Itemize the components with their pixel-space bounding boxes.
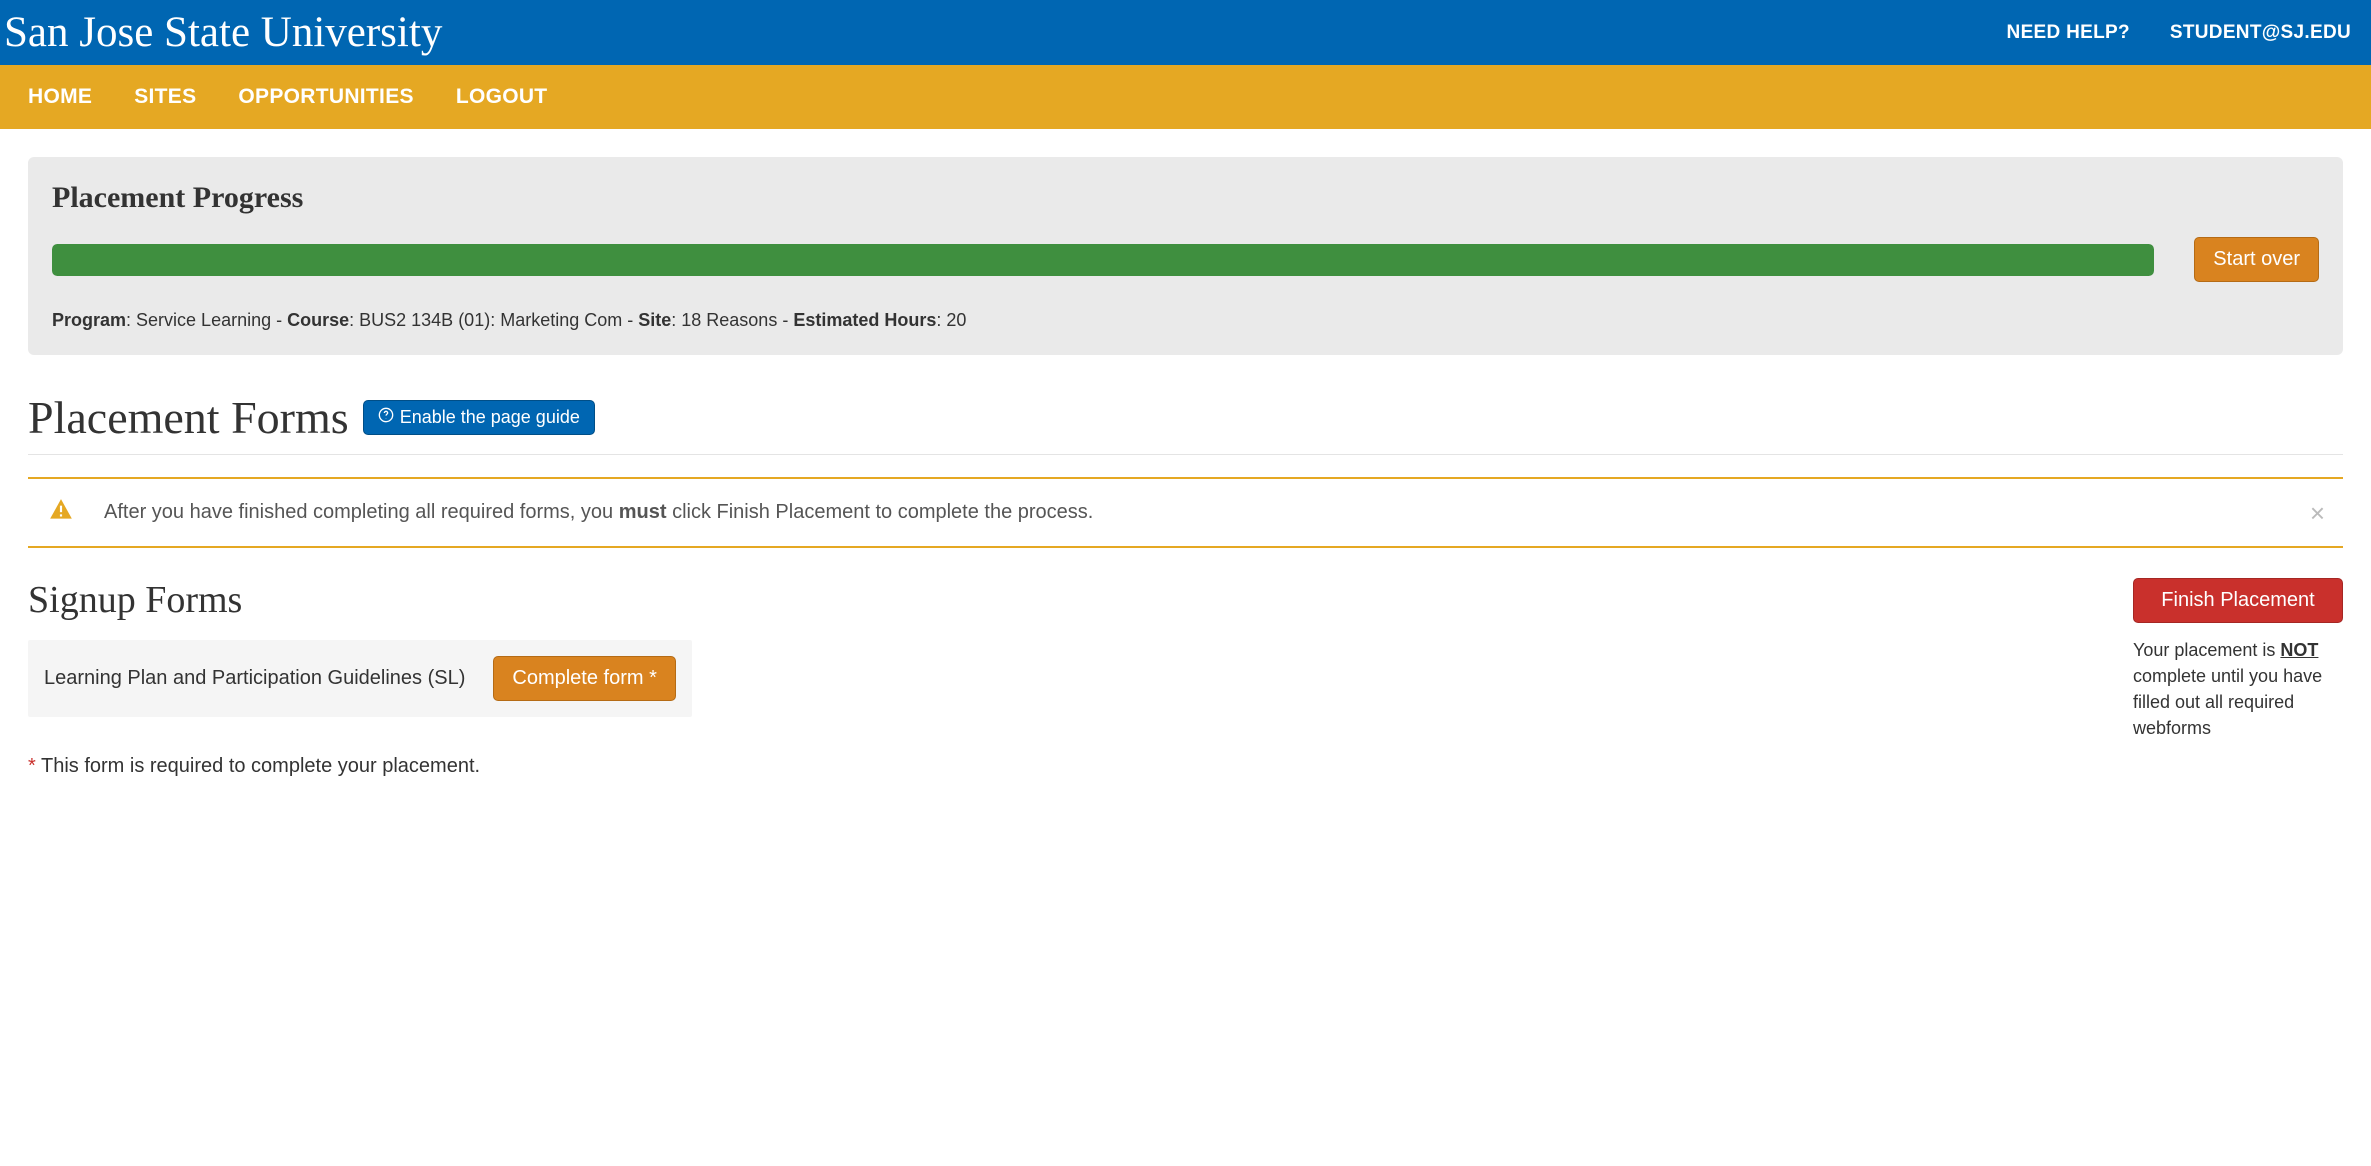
page-title-row: Placement Forms Enable the page guide [28, 391, 2343, 455]
finish-placement-button[interactable]: Finish Placement [2133, 578, 2343, 623]
hours-label: Estimated Hours [793, 310, 936, 330]
alert-text-before: After you have finished completing all r… [104, 501, 619, 523]
site-value: : 18 Reasons - [671, 310, 793, 330]
top-header: San Jose State University NEED HELP? STU… [0, 0, 2371, 65]
start-over-button[interactable]: Start over [2194, 237, 2319, 282]
signup-form-row: Learning Plan and Participation Guidelin… [28, 640, 692, 717]
nav-home[interactable]: HOME [28, 85, 92, 108]
brand-title: San Jose State University [4, 8, 442, 57]
alert-text: After you have finished completing all r… [104, 501, 1093, 524]
finish-placement-section: Finish Placement Your placement is NOT c… [2133, 578, 2343, 741]
alert-close-button[interactable]: × [2310, 500, 2325, 526]
user-email-link[interactable]: STUDENT@SJ.EDU [2170, 22, 2351, 44]
form-name: Learning Plan and Participation Guidelin… [44, 667, 465, 690]
program-value: : Service Learning - [126, 310, 287, 330]
finish-note: Your placement is NOT complete until you… [2133, 637, 2343, 741]
course-value: : BUS2 134B (01): Marketing Com - [349, 310, 638, 330]
lower-row: Signup Forms Learning Plan and Participa… [28, 578, 2343, 778]
progress-row: Start over [52, 237, 2319, 282]
hours-value: : 20 [936, 310, 966, 330]
program-label: Program [52, 310, 126, 330]
finish-placement-alert: After you have finished completing all r… [28, 477, 2343, 548]
progress-bar-fill [52, 244, 2154, 276]
nav-sites[interactable]: SITES [134, 85, 196, 108]
footnote-star: * [28, 755, 36, 777]
finish-note-before: Your placement is [2133, 640, 2280, 660]
footnote-text: This form is required to complete your p… [36, 755, 480, 777]
need-help-link[interactable]: NEED HELP? [2007, 22, 2130, 44]
progress-meta: Program: Service Learning - Course: BUS2… [52, 310, 2319, 331]
enable-page-guide-button[interactable]: Enable the page guide [363, 400, 595, 435]
main-container: Placement Progress Start over Program: S… [0, 129, 2371, 806]
guide-button-label: Enable the page guide [400, 407, 580, 428]
progress-bar [52, 244, 2154, 276]
finish-note-after: complete until you have filled out all r… [2133, 666, 2322, 738]
alert-text-after: click Finish Placement to complete the p… [667, 501, 1094, 523]
site-label: Site [638, 310, 671, 330]
complete-form-button[interactable]: Complete form * [493, 656, 676, 701]
warning-icon [48, 497, 74, 528]
header-links: NEED HELP? STUDENT@SJ.EDU [2007, 22, 2371, 44]
question-circle-icon [378, 407, 394, 428]
progress-title: Placement Progress [52, 181, 2319, 215]
alert-text-bold: must [619, 501, 667, 523]
signup-forms-section: Signup Forms Learning Plan and Participa… [28, 578, 2103, 778]
placement-progress-panel: Placement Progress Start over Program: S… [28, 157, 2343, 355]
required-footnote: * This form is required to complete your… [28, 755, 2103, 778]
nav-opportunities[interactable]: OPPORTUNITIES [238, 85, 413, 108]
page-title: Placement Forms [28, 391, 349, 444]
course-label: Course [287, 310, 349, 330]
signup-title: Signup Forms [28, 578, 2103, 622]
main-nav: HOME SITES OPPORTUNITIES LOGOUT [0, 65, 2371, 129]
nav-logout[interactable]: LOGOUT [456, 85, 548, 108]
finish-note-not: NOT [2280, 640, 2318, 660]
